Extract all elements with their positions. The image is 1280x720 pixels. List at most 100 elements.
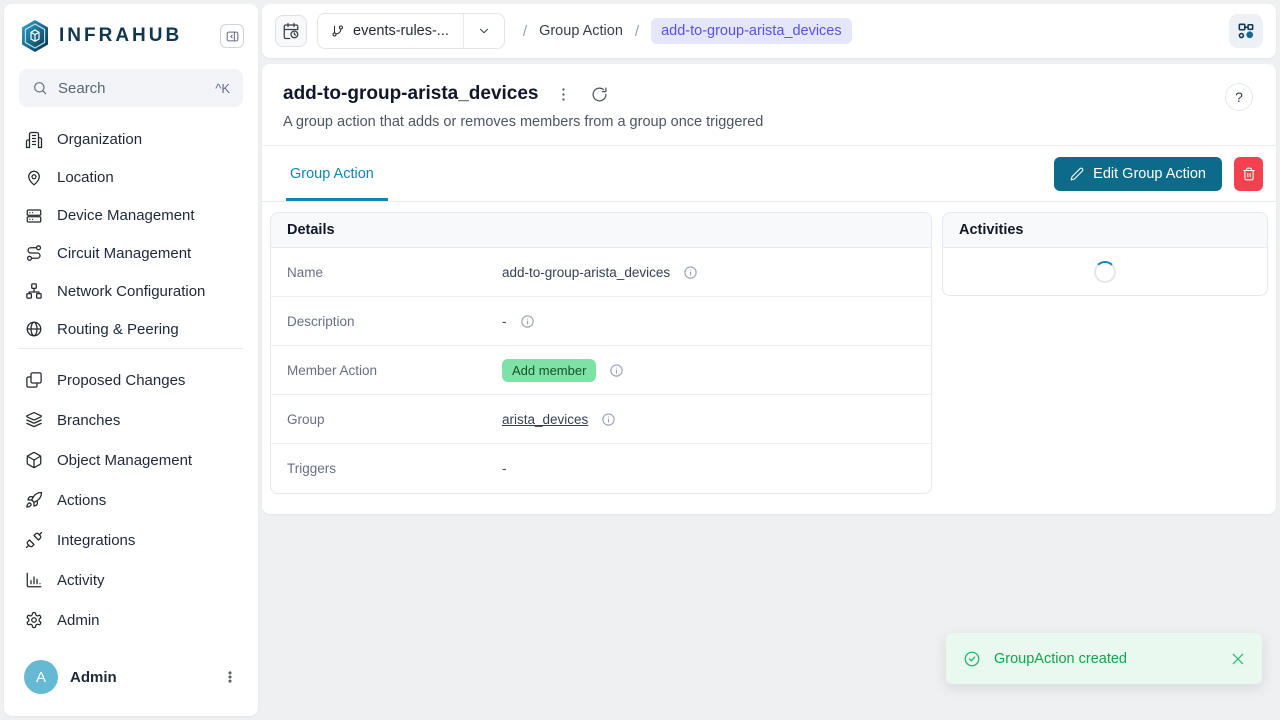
sidebar-item-branches[interactable]: Branches bbox=[4, 400, 258, 440]
sidebar-item-object-management[interactable]: Object Management bbox=[4, 440, 258, 480]
building-icon bbox=[25, 131, 43, 149]
sidebar-item-location[interactable]: Location bbox=[4, 159, 258, 197]
bar-chart-icon bbox=[25, 571, 43, 589]
content-area: Details Name add-to-group-arista_devices… bbox=[262, 202, 1276, 514]
sidebar-item-label: Object Management bbox=[57, 452, 192, 469]
tab-group-action[interactable]: Group Action bbox=[262, 146, 398, 201]
kebab-icon bbox=[555, 86, 572, 103]
toast-notification: GroupAction created bbox=[946, 633, 1262, 684]
sidebar-collapse-button[interactable] bbox=[220, 24, 244, 48]
breadcrumb-group-action[interactable]: Group Action bbox=[539, 23, 623, 39]
breadcrumb-separator: / bbox=[635, 23, 639, 40]
branch-selector[interactable]: events-rules-... bbox=[317, 13, 505, 49]
sidebar-item-label: Routing & Peering bbox=[57, 321, 179, 338]
sidebar-item-device-management[interactable]: Device Management bbox=[4, 197, 258, 235]
sidebar-item-label: Organization bbox=[57, 131, 142, 148]
sidebar-item-label: Activity bbox=[57, 572, 105, 589]
search-shortcut: ^K bbox=[215, 81, 230, 96]
sidebar-item-network-configuration[interactable]: Network Configuration bbox=[4, 272, 258, 310]
app-title: INFRAHUB bbox=[59, 25, 211, 47]
sidebar-nav-secondary: Proposed Changes Branches Object Managem… bbox=[4, 360, 258, 640]
edit-group-action-button[interactable]: Edit Group Action bbox=[1054, 157, 1222, 191]
sidebar-collapse-icon bbox=[225, 29, 240, 44]
details-row-name: Name add-to-group-arista_devices bbox=[271, 248, 931, 297]
route-icon bbox=[25, 244, 43, 262]
map-pin-icon bbox=[25, 169, 43, 187]
details-row-description: Description - bbox=[271, 297, 931, 346]
search-input[interactable]: Search ^K bbox=[19, 69, 243, 107]
layers-icon bbox=[25, 411, 43, 429]
description-value: - bbox=[502, 314, 507, 329]
plug-icon bbox=[25, 531, 43, 549]
info-icon[interactable] bbox=[520, 314, 535, 329]
sidebar-item-label: Proposed Changes bbox=[57, 372, 185, 389]
toast-message: GroupAction created bbox=[994, 651, 1217, 667]
gear-icon bbox=[25, 611, 43, 629]
info-icon[interactable] bbox=[609, 363, 624, 378]
branch-selector-value: events-rules-... bbox=[318, 23, 463, 39]
help-button[interactable]: ? bbox=[1225, 83, 1253, 111]
sidebar-item-label: Branches bbox=[57, 412, 120, 429]
sidebar-item-label: Circuit Management bbox=[57, 245, 191, 262]
topbar: events-rules-... / Group Action / add-to… bbox=[262, 4, 1276, 58]
name-value: add-to-group-arista_devices bbox=[502, 265, 670, 280]
search-placeholder: Search bbox=[58, 80, 205, 97]
group-link[interactable]: arista_devices bbox=[502, 412, 588, 427]
cube-icon bbox=[25, 451, 43, 469]
sidebar-item-routing-peering[interactable]: Routing & Peering bbox=[4, 310, 258, 348]
delete-button[interactable] bbox=[1234, 157, 1263, 191]
globe-icon bbox=[25, 320, 43, 338]
info-icon[interactable] bbox=[601, 412, 616, 427]
rocket-icon bbox=[25, 491, 43, 509]
page-header: add-to-group-arista_devices A group acti… bbox=[262, 64, 1276, 145]
member-action-badge: Add member bbox=[502, 359, 596, 382]
sidebar-divider bbox=[18, 348, 244, 349]
search-icon bbox=[32, 80, 48, 96]
sidebar-item-label: Device Management bbox=[57, 207, 195, 224]
info-icon[interactable] bbox=[683, 265, 698, 280]
close-icon bbox=[1230, 651, 1246, 667]
check-circle-icon bbox=[963, 650, 981, 668]
trash-icon bbox=[1242, 167, 1256, 181]
time-travel-button[interactable] bbox=[275, 15, 307, 47]
kebab-icon bbox=[223, 670, 237, 684]
branch-name: events-rules-... bbox=[353, 23, 449, 39]
activities-title: Activities bbox=[943, 213, 1267, 248]
details-row-triggers: Triggers - bbox=[271, 444, 931, 493]
sidebar-item-integrations[interactable]: Integrations bbox=[4, 520, 258, 560]
details-row-group: Group arista_devices bbox=[271, 395, 931, 444]
sidebar-item-circuit-management[interactable]: Circuit Management bbox=[4, 234, 258, 272]
sidebar-item-admin[interactable]: Admin bbox=[4, 600, 258, 640]
sidebar-item-activity[interactable]: Activity bbox=[4, 560, 258, 600]
schema-icon bbox=[1236, 21, 1256, 41]
page-menu-button[interactable] bbox=[553, 83, 575, 105]
calendar-clock-icon bbox=[282, 22, 300, 40]
sidebar-item-label: Network Configuration bbox=[57, 283, 205, 300]
activities-panel: Activities bbox=[942, 212, 1268, 296]
sidebar-item-label: Actions bbox=[57, 492, 106, 509]
user-row: A Admin bbox=[4, 646, 258, 716]
user-menu-button[interactable] bbox=[218, 665, 242, 689]
details-row-member-action: Member Action Add member bbox=[271, 346, 931, 395]
schema-visualizer-button[interactable] bbox=[1229, 14, 1263, 48]
breadcrumb-separator: / bbox=[523, 23, 527, 40]
user-name: Admin bbox=[70, 669, 206, 686]
git-branch-icon bbox=[331, 24, 345, 38]
details-panel: Details Name add-to-group-arista_devices… bbox=[270, 212, 932, 494]
pencil-icon bbox=[1070, 167, 1084, 181]
breadcrumb: / Group Action / add-to-group-arista_dev… bbox=[523, 18, 1229, 44]
branch-selector-chevron[interactable] bbox=[463, 14, 504, 48]
page-title: add-to-group-arista_devices bbox=[283, 83, 539, 105]
sidebar: INFRAHUB Search ^K Organization Location bbox=[4, 4, 258, 716]
sidebar-item-label: Location bbox=[57, 169, 114, 186]
details-title: Details bbox=[271, 213, 931, 248]
triggers-value: - bbox=[502, 461, 507, 476]
toast-close-button[interactable] bbox=[1230, 651, 1246, 667]
sidebar-item-actions[interactable]: Actions bbox=[4, 480, 258, 520]
sidebar-item-organization[interactable]: Organization bbox=[4, 121, 258, 159]
activities-body bbox=[943, 248, 1267, 295]
sidebar-item-proposed-changes[interactable]: Proposed Changes bbox=[4, 360, 258, 400]
copy-icon bbox=[25, 371, 43, 389]
breadcrumb-current[interactable]: add-to-group-arista_devices bbox=[651, 18, 852, 44]
refresh-button[interactable] bbox=[589, 83, 611, 105]
